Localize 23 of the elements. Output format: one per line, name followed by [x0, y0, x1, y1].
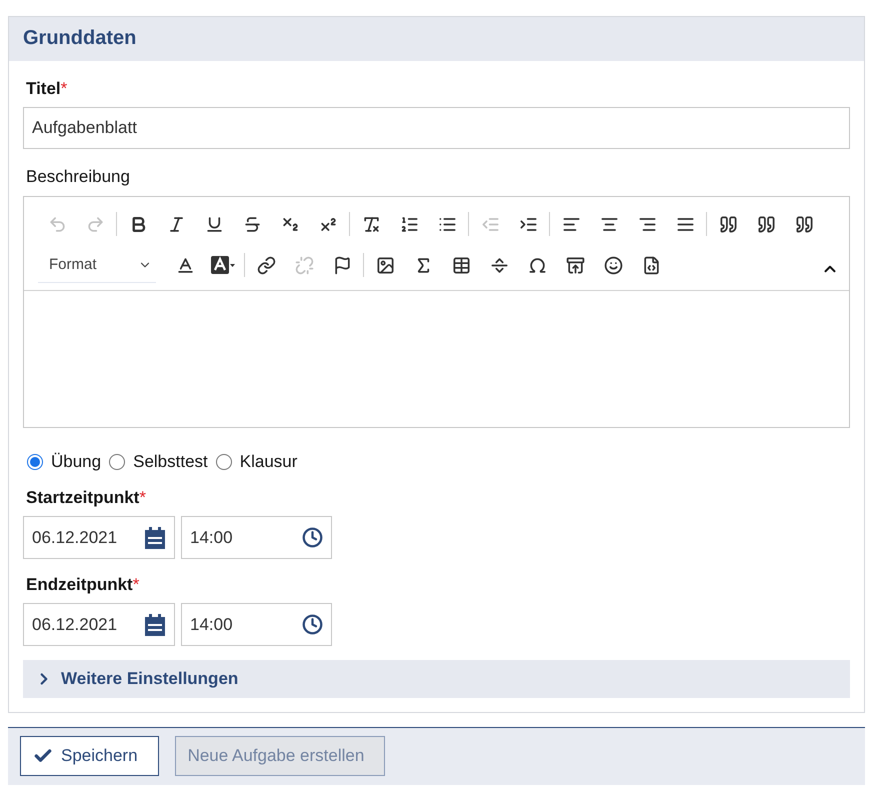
radio-label: Klausur — [240, 452, 298, 472]
calendar-icon[interactable] — [144, 612, 166, 636]
radio-label: Selbsttest — [133, 452, 208, 472]
clock-icon[interactable] — [302, 614, 323, 635]
field-label: Startzeitpunkt* — [26, 488, 147, 508]
radio-button[interactable] — [216, 454, 232, 470]
radio-button[interactable] — [27, 454, 43, 470]
title-input[interactable]: Aufgabenblatt — [23, 107, 850, 149]
time-field[interactable]: 14:00 — [181, 603, 332, 646]
date-field[interactable]: 06.12.2021 — [23, 603, 175, 646]
field-label: Beschreibung — [26, 167, 131, 187]
field-label: Endzeitpunkt* — [26, 575, 140, 595]
field-label: Titel* — [26, 79, 68, 99]
clock-icon[interactable] — [302, 527, 323, 548]
format-dropdown[interactable]: Format — [38, 247, 156, 283]
more-settings-toggle[interactable]: Weitere Einstellungen — [23, 660, 850, 698]
save-button[interactable]: Speichern — [20, 736, 159, 776]
time-field[interactable]: 14:00 — [181, 516, 332, 559]
radio-button[interactable] — [109, 454, 126, 470]
date-field[interactable]: 06.12.2021 — [23, 516, 175, 559]
section-title: Grunddaten — [23, 27, 138, 50]
radio-label: Übung — [51, 452, 102, 472]
calendar-icon[interactable] — [144, 526, 166, 550]
